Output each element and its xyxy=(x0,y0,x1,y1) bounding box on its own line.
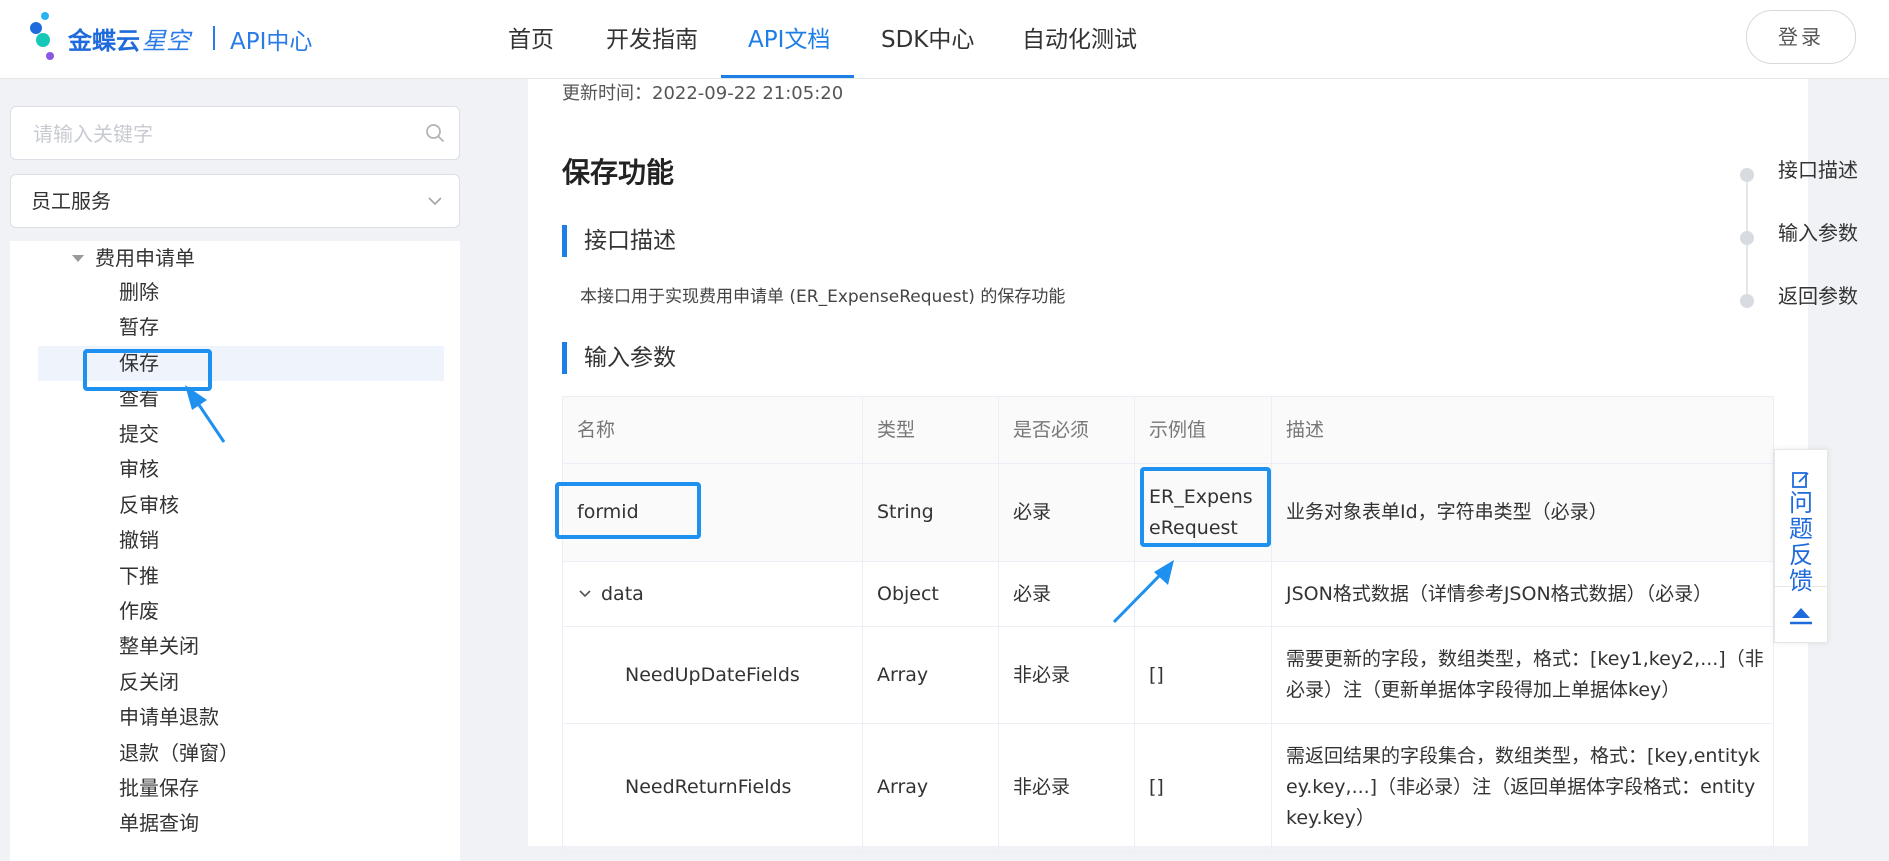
logo-brand: 金蝶云星空 xyxy=(68,27,190,55)
feedback-label: 问题反馈 xyxy=(1789,489,1813,595)
table-row: NeedUpDateFields Array 非必录 [] 需要更新的字段，数组… xyxy=(563,627,1773,724)
nav-api-docs[interactable]: API文档 xyxy=(748,0,830,78)
back-to-top-icon[interactable] xyxy=(1786,600,1816,630)
search-input[interactable] xyxy=(31,107,415,161)
top-header: 金蝶云星空 API中心 首页 开发指南 API文档 SDK中心 自动化测试 登录 xyxy=(0,0,1889,79)
tree-item[interactable]: 反关闭 xyxy=(38,665,444,700)
login-button[interactable]: 登录 xyxy=(1746,10,1856,64)
anchor-item-input-params[interactable]: 输入参数 xyxy=(1778,217,1858,246)
table-header: 名称 类型 是否必须 示例值 描述 xyxy=(563,397,1773,464)
tree-item[interactable]: 撤销 xyxy=(38,523,444,558)
col-header-example: 示例值 xyxy=(1135,397,1272,463)
chevron-down-icon[interactable] xyxy=(577,586,593,602)
anchor-dot-icon xyxy=(1740,168,1754,182)
table-row: NeedReturnFields Array 非必录 [] 需返回结果的字段集合… xyxy=(563,724,1773,852)
tree-item[interactable]: 下推 xyxy=(38,559,444,594)
col-header-name: 名称 xyxy=(563,397,863,463)
edit-icon xyxy=(1792,472,1809,488)
anchor-nav: 接口描述 输入参数 返回参数 xyxy=(1740,158,1880,309)
tree-item[interactable]: 暂存 xyxy=(38,310,444,345)
cell-type: Object xyxy=(863,562,999,626)
service-select-value: 员工服务 xyxy=(31,189,111,213)
tree-item[interactable]: 作废 xyxy=(38,594,444,629)
col-header-type: 类型 xyxy=(863,397,999,463)
search-box xyxy=(10,106,460,161)
nav-sdk[interactable]: SDK中心 xyxy=(881,0,974,78)
nav-auto-test[interactable]: 自动化测试 xyxy=(1022,0,1137,78)
caret-down-icon[interactable] xyxy=(72,255,84,262)
cell-desc: 需要更新的字段，数组类型，格式：[key1,key2,...]（非必录）注（更新… xyxy=(1286,648,1764,701)
cell-example: [] xyxy=(1135,724,1272,851)
tree-item[interactable]: 反审核 xyxy=(38,488,444,523)
cell-type: String xyxy=(863,464,999,561)
cell-required: 必录 xyxy=(999,562,1135,626)
col-header-required: 是否必须 xyxy=(999,397,1135,463)
sidebar: 员工服务 费用申请单 删除 暂存 保存 查看 提交 审核 反审核 撤销 下推 作… xyxy=(0,79,470,861)
tree-item[interactable]: 批量保存 xyxy=(38,771,444,806)
tree-item[interactable]: 单据查询 xyxy=(38,806,444,841)
annotation-box xyxy=(555,482,701,539)
nav-home[interactable]: 首页 xyxy=(508,0,554,78)
anchor-item-return-params[interactable]: 返回参数 xyxy=(1778,280,1858,309)
cell-name: NeedReturnFields xyxy=(563,724,863,851)
cell-name[interactable]: data xyxy=(563,562,863,626)
cell-name: NeedUpDateFields xyxy=(563,627,863,723)
page-title: 保存功能 xyxy=(562,156,675,189)
tree-item[interactable]: 申请单退款 xyxy=(38,700,444,735)
nav-active-indicator xyxy=(721,75,854,78)
cell-desc: 需返回结果的字段集合，数组类型，格式：[key,entitykey.key,..… xyxy=(1286,745,1760,829)
cell-required: 非必录 xyxy=(999,627,1135,723)
input-params-table: 名称 类型 是否必须 示例值 描述 formid String 必录 ER_Ex… xyxy=(562,396,1774,852)
tree-item[interactable]: 整单关闭 xyxy=(38,629,444,664)
annotation-box xyxy=(1140,467,1271,547)
section-heading-description: 接口描述 xyxy=(562,225,676,257)
api-tree: 费用申请单 删除 暂存 保存 查看 提交 审核 反审核 撤销 下推 作废 整单关… xyxy=(10,241,460,861)
nav-dev-guide[interactable]: 开发指南 xyxy=(606,0,698,78)
tree-item[interactable]: 提交 xyxy=(38,417,444,452)
search-icon[interactable] xyxy=(425,123,445,143)
cell-desc: JSON格式数据（详情参考JSON格式数据）（必录） xyxy=(1286,582,1713,605)
cell-example: [] xyxy=(1135,627,1272,723)
api-description: 本接口用于实现费用申请单 (ER_ExpenseRequest) 的保存功能 xyxy=(580,287,1066,307)
logo-subtitle: API中心 xyxy=(230,29,313,55)
logo[interactable]: 金蝶云星空 API中心 xyxy=(30,12,330,62)
cell-required: 非必录 xyxy=(999,724,1135,851)
main-content: 更新时间：2022-09-22 21:05:20 保存功能 接口描述 本接口用于… xyxy=(528,79,1808,852)
feedback-button[interactable]: 问题反馈 xyxy=(1775,450,1827,594)
cell-desc: 业务对象表单Id，字符串类型（必录） xyxy=(1286,501,1608,523)
anchor-dot-icon xyxy=(1740,294,1754,308)
logo-divider xyxy=(213,26,215,50)
tree-item[interactable]: 删除 xyxy=(38,275,444,310)
annotation-box xyxy=(83,349,212,391)
cell-example xyxy=(1135,562,1272,626)
cell-type: Array xyxy=(863,724,999,851)
feedback-widget: 问题反馈 xyxy=(1774,449,1828,643)
tree-item[interactable]: 审核 xyxy=(38,452,444,487)
cell-type: Array xyxy=(863,627,999,723)
update-time: 更新时间：2022-09-22 21:05:20 xyxy=(562,83,844,104)
service-select[interactable]: 员工服务 xyxy=(10,174,460,228)
anchor-dot-icon xyxy=(1740,231,1754,245)
table-row: data Object 必录 JSON格式数据（详情参考JSON格式数据）（必录… xyxy=(563,562,1773,627)
tree-item[interactable]: 退款（弹窗） xyxy=(38,736,444,771)
cell-required: 必录 xyxy=(999,464,1135,561)
logo-dots-icon xyxy=(30,12,70,62)
section-heading-input-params: 输入参数 xyxy=(562,342,676,374)
anchor-item-description[interactable]: 接口描述 xyxy=(1778,154,1858,183)
col-header-desc: 描述 xyxy=(1286,419,1325,441)
chevron-down-icon xyxy=(428,197,442,206)
